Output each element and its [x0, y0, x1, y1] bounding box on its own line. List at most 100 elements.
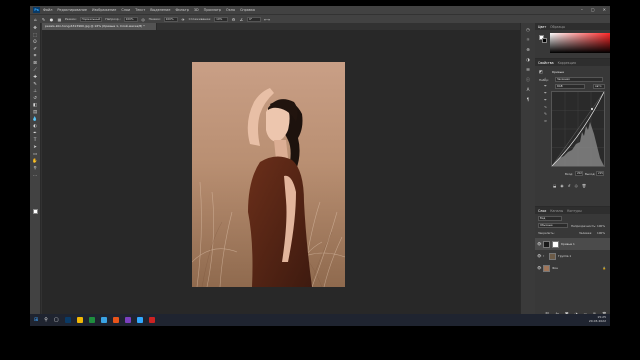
path-select-tool-icon[interactable]: ➤ [32, 145, 39, 151]
eraser-tool-icon[interactable]: ◧ [32, 103, 39, 109]
marquee-tool-icon[interactable]: ⬚ [32, 33, 39, 39]
rectangle-tool-icon[interactable]: ▭ [32, 152, 39, 158]
visibility-eye-icon[interactable]: 👁 [537, 254, 541, 258]
layer-opacity-value[interactable]: 100% [597, 224, 605, 228]
tab-paths[interactable]: Контуры [567, 209, 582, 213]
learn-icon[interactable]: ☼ [526, 37, 530, 42]
clock[interactable]: 15:25 20.03.2022 [589, 315, 606, 323]
menu-edit[interactable]: Редактирование [57, 8, 87, 12]
brush-preset-icon[interactable]: ● [49, 17, 54, 22]
home-icon[interactable]: ⌂ [33, 17, 38, 22]
blur-tool-icon[interactable]: 💧 [32, 117, 39, 123]
input-field[interactable]: 202 [575, 171, 583, 176]
angle-icon[interactable]: ∠ [239, 17, 244, 22]
reset-icon[interactable]: ↺ [568, 184, 571, 188]
curve-pencil-icon[interactable]: ✎ [544, 112, 547, 116]
frame-tool-icon[interactable]: ⊠ [32, 61, 39, 67]
menu-image[interactable]: Изображение [92, 8, 116, 12]
tab-color[interactable]: Цвет [538, 25, 546, 29]
delete-adjustment-icon[interactable]: 🗑 [582, 184, 587, 188]
adjustments-icon[interactable]: ◑ [526, 57, 530, 62]
zoom-tool-icon[interactable]: ⚲ [32, 166, 39, 172]
taskbar-app-icon[interactable] [100, 317, 107, 323]
gray-point-icon[interactable]: ✒ [544, 91, 547, 95]
crop-tool-icon[interactable]: ⌗ [32, 54, 39, 60]
quick-select-tool-icon[interactable]: ✐ [32, 47, 39, 53]
brush-tool-icon-side[interactable]: ✎ [32, 82, 39, 88]
layer-row[interactable]: 👁 Кривые 1 [535, 238, 610, 250]
menu-3d[interactable]: 3D [194, 8, 199, 12]
type-tool-icon[interactable]: T [32, 138, 39, 144]
more-tools-icon[interactable]: … [32, 173, 39, 179]
maximize-button[interactable]: ▢ [591, 7, 595, 12]
clone-stamp-tool-icon[interactable]: ⊥ [32, 89, 39, 95]
menu-view[interactable]: Просмотр [204, 8, 221, 12]
pressure-opacity-icon[interactable]: ◎ [141, 17, 146, 22]
history-brush-tool-icon[interactable]: ↺ [32, 96, 39, 102]
clip-to-layer-icon[interactable]: ⬓ [553, 184, 556, 188]
pen-tool-icon[interactable]: ✒ [32, 131, 39, 137]
visibility-eye-icon[interactable]: 👁 [537, 266, 541, 270]
healing-tool-icon[interactable]: ✚ [32, 75, 39, 81]
properties-icon[interactable]: ☰ [526, 67, 530, 72]
paragraph-icon[interactable]: ¶ [527, 97, 530, 102]
layer-filter-select[interactable]: Вид [538, 216, 562, 221]
lock-icon[interactable]: 🔒 [603, 266, 606, 270]
curve-point-mode-icon[interactable]: ∿ [544, 105, 547, 109]
close-button[interactable]: ✕ [603, 7, 606, 12]
preset-select[interactable]: Заказная [555, 77, 603, 82]
photoshop-taskbar-icon[interactable] [136, 317, 143, 323]
info-icon[interactable]: ⓘ [526, 77, 530, 82]
fill-value[interactable]: 100% [597, 231, 605, 235]
document-image[interactable] [192, 62, 345, 287]
smoothing-field[interactable]: 10% [214, 16, 229, 22]
taskbar-app-icon[interactable] [148, 317, 155, 323]
layer-mask-thumbnail[interactable] [552, 240, 559, 248]
target-adjust-icon[interactable]: ☝ [544, 77, 547, 81]
tab-adjustments[interactable]: Коррекция [558, 61, 576, 65]
blend-mode-select[interactable]: Обычные [538, 223, 568, 228]
view-previous-icon[interactable]: ◉ [560, 184, 563, 188]
visibility-icon[interactable]: ◎ [575, 184, 578, 188]
angle-field[interactable]: 0° [247, 16, 262, 22]
opacity-field[interactable]: 100% [123, 16, 138, 22]
lasso-tool-icon[interactable]: ʘ [32, 40, 39, 46]
libraries-icon[interactable]: ⊕ [526, 47, 530, 52]
mode-select[interactable]: Нормальный [79, 16, 103, 22]
character-icon[interactable]: A [527, 87, 530, 92]
output-field[interactable]: 215 [596, 171, 604, 176]
visibility-eye-icon[interactable]: 👁 [537, 242, 541, 246]
color-picker-field[interactable] [550, 33, 610, 53]
brush-tool-icon[interactable]: ✎ [41, 17, 46, 22]
document-tab[interactable]: pexels-kiki-hong-6313960.jpg @ 16% (Крив… [42, 23, 157, 30]
task-view-icon[interactable]: ▢ [54, 317, 59, 323]
menu-layers[interactable]: Слои [121, 8, 130, 12]
move-tool-icon[interactable]: ✥ [32, 26, 39, 32]
windows-start-icon[interactable]: ⊞ [34, 317, 38, 323]
layer-row[interactable]: 👁 › Группа 1 [535, 250, 610, 262]
taskbar-app-icon[interactable] [64, 317, 71, 323]
brush-settings-icon[interactable]: ▦ [57, 17, 62, 22]
minimize-button[interactable]: – [581, 7, 583, 12]
file-explorer-icon[interactable] [76, 317, 83, 323]
symmetry-icon[interactable]: ⟷ [264, 17, 270, 22]
tab-swatches[interactable]: Образцы [550, 25, 565, 29]
eyedropper-tool-icon[interactable]: ⟋ [32, 68, 39, 74]
search-icon[interactable]: ⚲ [44, 317, 48, 323]
hand-tool-icon[interactable]: ✋ [32, 159, 39, 165]
taskbar-app-icon[interactable] [124, 317, 131, 323]
menu-filter[interactable]: Фильтр [175, 8, 188, 12]
airbrush-icon[interactable]: ✈ [181, 17, 186, 22]
dodge-tool-icon[interactable]: ◐ [32, 124, 39, 130]
smooth-curve-icon[interactable]: ≈ [544, 119, 547, 123]
foreground-color-swatch[interactable] [33, 209, 38, 214]
menu-help[interactable]: Справка [240, 8, 255, 12]
panel-background-swatch[interactable] [542, 38, 547, 43]
taskbar-app-icon[interactable] [88, 317, 95, 323]
channel-select[interactable]: RGB [555, 84, 585, 89]
smoothing-options-icon[interactable]: ⚙ [231, 17, 236, 22]
white-point-icon[interactable]: ✒ [544, 98, 547, 102]
tab-layers[interactable]: Слои [538, 209, 546, 213]
taskbar-app-icon[interactable] [112, 317, 119, 323]
black-point-icon[interactable]: ✒ [544, 84, 547, 88]
